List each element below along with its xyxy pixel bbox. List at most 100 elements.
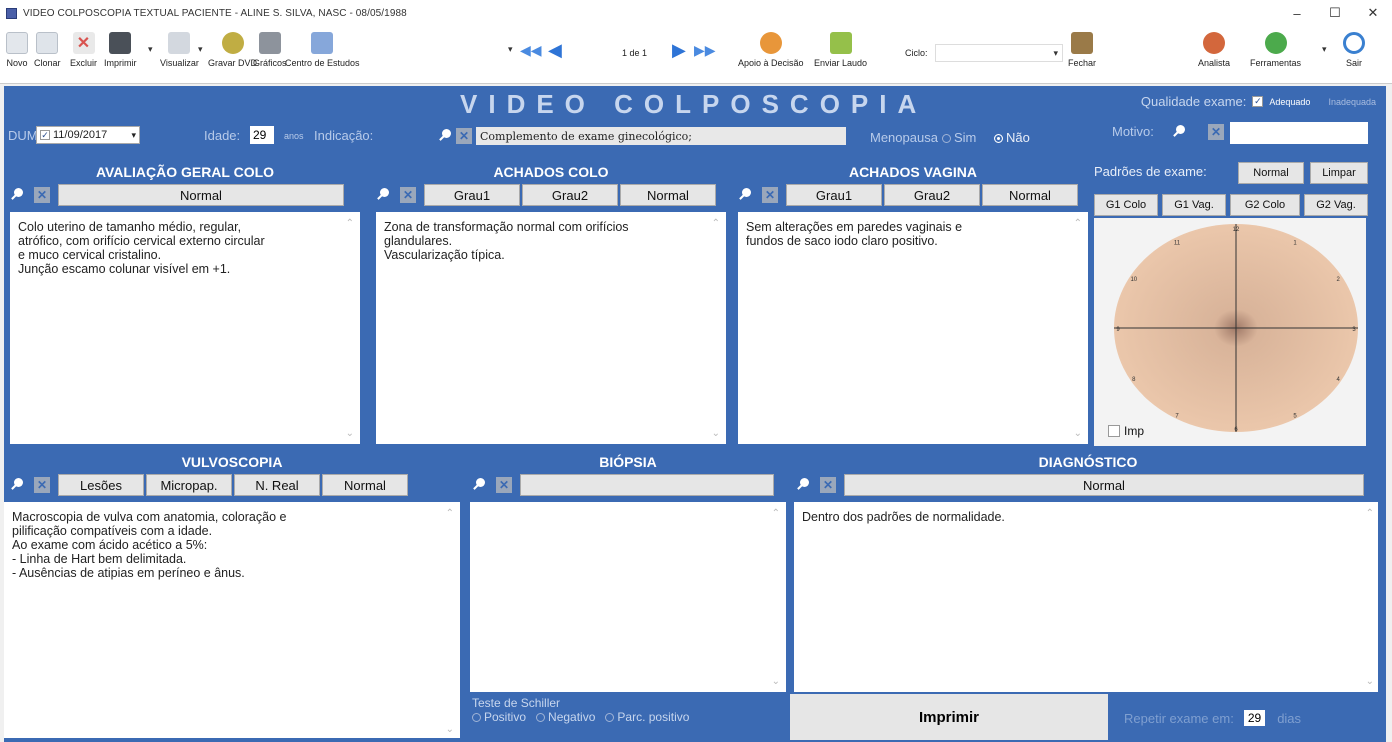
search-icon[interactable]: [376, 188, 390, 202]
radio-selected-icon: [994, 134, 1003, 144]
scroll-down-icon[interactable]: ⌄: [446, 724, 454, 735]
lesoes-button[interactable]: Lesões: [58, 474, 144, 496]
preview-icon: [168, 32, 191, 54]
imprimir-button[interactable]: Imprimir: [790, 694, 1108, 740]
inadequada-label[interactable]: Inadequada: [1328, 97, 1376, 107]
repetir-input[interactable]: 29: [1243, 710, 1266, 726]
idade-input[interactable]: 29: [250, 126, 274, 144]
imprimir-dropdown-caret[interactable]: ▾: [148, 44, 153, 55]
scroll-down-icon[interactable]: ⌄: [772, 676, 780, 687]
scroll-down-icon[interactable]: ⌄: [1366, 676, 1374, 687]
grau2-button[interactable]: Grau2: [522, 184, 618, 206]
clear-icon[interactable]: ✕: [456, 128, 472, 144]
motivo-search-icon[interactable]: [1172, 125, 1186, 139]
apoio-decisao-button[interactable]: Apoio à Decisão: [738, 28, 804, 68]
grau1-button[interactable]: Grau1: [424, 184, 520, 206]
centro-estudos-button[interactable]: Centro de Estudos: [285, 28, 360, 68]
novo-button[interactable]: Novo: [6, 28, 28, 68]
avaliacao-textarea[interactable]: Colo uterino de tamanho médio, regular, …: [10, 212, 360, 444]
ferramentas-dropdown-caret[interactable]: ▾: [1322, 44, 1327, 55]
g2-vag-button[interactable]: G2 Vag.: [1304, 194, 1368, 216]
grau2-button[interactable]: Grau2: [884, 184, 980, 206]
dum-date-picker[interactable]: ✓ 11/09/2017 ▾: [36, 126, 140, 144]
achados-vagina-textarea[interactable]: Sem alterações em paredes vaginais e fun…: [738, 212, 1088, 444]
visualizar-dropdown-caret[interactable]: ▾: [198, 44, 203, 55]
avaliacao-normal-button[interactable]: Normal: [58, 184, 344, 206]
patient-row: DUM: ✓ 11/09/2017 ▾ Idade: 29 anos Indic…: [4, 120, 1386, 150]
normal-button[interactable]: Normal: [322, 474, 408, 496]
imp-checkbox[interactable]: [1108, 425, 1120, 437]
graficos-button[interactable]: Gráficos: [253, 28, 287, 68]
padrao-normal-button[interactable]: Normal: [1238, 162, 1304, 184]
scroll-up-icon[interactable]: ⌃: [446, 508, 454, 519]
micropap-button[interactable]: Micropap.: [146, 474, 232, 496]
scroll-down-icon[interactable]: ⌄: [1074, 428, 1082, 439]
schiller-negativo-radio[interactable]: Negativo: [536, 710, 595, 724]
scroll-down-icon[interactable]: ⌄: [346, 428, 354, 439]
search-icon[interactable]: [10, 188, 24, 202]
maximize-button[interactable]: ☐: [1316, 0, 1354, 26]
clear-icon[interactable]: ✕: [34, 187, 50, 203]
analista-button[interactable]: Analista: [1198, 28, 1230, 68]
scroll-up-icon[interactable]: ⌃: [712, 218, 720, 229]
imp-checkbox-row[interactable]: Imp: [1108, 424, 1144, 438]
minimize-button[interactable]: –: [1278, 0, 1316, 26]
diagnostico-normal-button[interactable]: Normal: [844, 474, 1364, 496]
limpar-button[interactable]: Limpar: [1310, 162, 1368, 184]
clonar-button[interactable]: Clonar: [34, 28, 61, 68]
last-page-icon[interactable]: ▶▶: [694, 42, 716, 59]
clear-icon[interactable]: ✕: [400, 187, 416, 203]
scroll-up-icon[interactable]: ⌃: [772, 508, 780, 519]
biopsia-field[interactable]: [520, 474, 774, 496]
scroll-down-icon[interactable]: ⌄: [712, 428, 720, 439]
scroll-up-icon[interactable]: ⌃: [1074, 218, 1082, 229]
prev-page-icon[interactable]: ◀: [548, 40, 562, 61]
indicacao-input[interactable]: Complemento de exame ginecológico;: [476, 127, 846, 145]
g2-colo-button[interactable]: G2 Colo: [1230, 194, 1300, 216]
search-icon[interactable]: [796, 478, 810, 492]
schiller-positivo-radio[interactable]: Positivo: [472, 710, 526, 724]
schiller-parc-radio[interactable]: Parc. positivo: [605, 710, 689, 724]
scroll-up-icon[interactable]: ⌃: [346, 218, 354, 229]
biopsia-textarea[interactable]: [470, 502, 786, 692]
centro-dropdown-caret[interactable]: ▾: [508, 44, 513, 55]
gravar-dvd-button[interactable]: Gravar DVD: [208, 28, 257, 68]
vulvoscopia-textarea[interactable]: Macroscopia de vulva com anatomia, color…: [4, 502, 460, 738]
motivo-input[interactable]: [1230, 122, 1368, 144]
ciclo-select[interactable]: ▾: [935, 44, 1063, 62]
radio-icon: [536, 713, 546, 723]
dum-checkbox[interactable]: ✓: [40, 130, 50, 140]
cervix-diagram[interactable]: 12 1 2 3 4 5 6 7 8 9 10 11 Imp: [1094, 218, 1366, 446]
visualizar-button[interactable]: Visualizar: [160, 28, 199, 68]
clear-icon[interactable]: ✕: [762, 187, 778, 203]
menopausa-sim-radio[interactable]: Sim: [942, 130, 976, 145]
scroll-up-icon[interactable]: ⌃: [1366, 508, 1374, 519]
diagnostico-textarea[interactable]: Dentro dos padrões de normalidade.: [794, 502, 1378, 692]
search-icon[interactable]: [738, 188, 752, 202]
fechar-button[interactable]: Fechar: [1068, 28, 1096, 68]
motivo-clear-icon[interactable]: ✕: [1208, 124, 1224, 140]
ferramentas-button[interactable]: Ferramentas: [1250, 28, 1301, 68]
clear-icon[interactable]: ✕: [820, 477, 836, 493]
sair-button[interactable]: Sair: [1343, 28, 1365, 68]
normal-button[interactable]: Normal: [620, 184, 716, 206]
enviar-laudo-button[interactable]: Enviar Laudo: [814, 28, 867, 68]
search-icon[interactable]: [438, 129, 452, 143]
search-icon[interactable]: [10, 478, 24, 492]
adequado-checkbox[interactable]: ✓: [1252, 96, 1264, 107]
achados-colo-textarea[interactable]: Zona de transformação normal com orifíci…: [376, 212, 726, 444]
normal-button[interactable]: Normal: [982, 184, 1078, 206]
first-page-icon[interactable]: ◀◀: [520, 42, 542, 59]
next-page-icon[interactable]: ▶: [672, 40, 686, 61]
menopausa-nao-radio[interactable]: Não: [994, 130, 1030, 145]
n-real-button[interactable]: N. Real: [234, 474, 320, 496]
search-icon[interactable]: [472, 478, 486, 492]
clear-icon[interactable]: ✕: [34, 477, 50, 493]
grau1-button[interactable]: Grau1: [786, 184, 882, 206]
close-button[interactable]: ✕: [1354, 0, 1392, 26]
excluir-button[interactable]: ✕ Excluir: [70, 28, 97, 68]
g1-colo-button[interactable]: G1 Colo: [1094, 194, 1158, 216]
g1-vag-button[interactable]: G1 Vag.: [1162, 194, 1226, 216]
clear-icon[interactable]: ✕: [496, 477, 512, 493]
imprimir-toolbar-button[interactable]: Imprimir: [104, 28, 137, 68]
